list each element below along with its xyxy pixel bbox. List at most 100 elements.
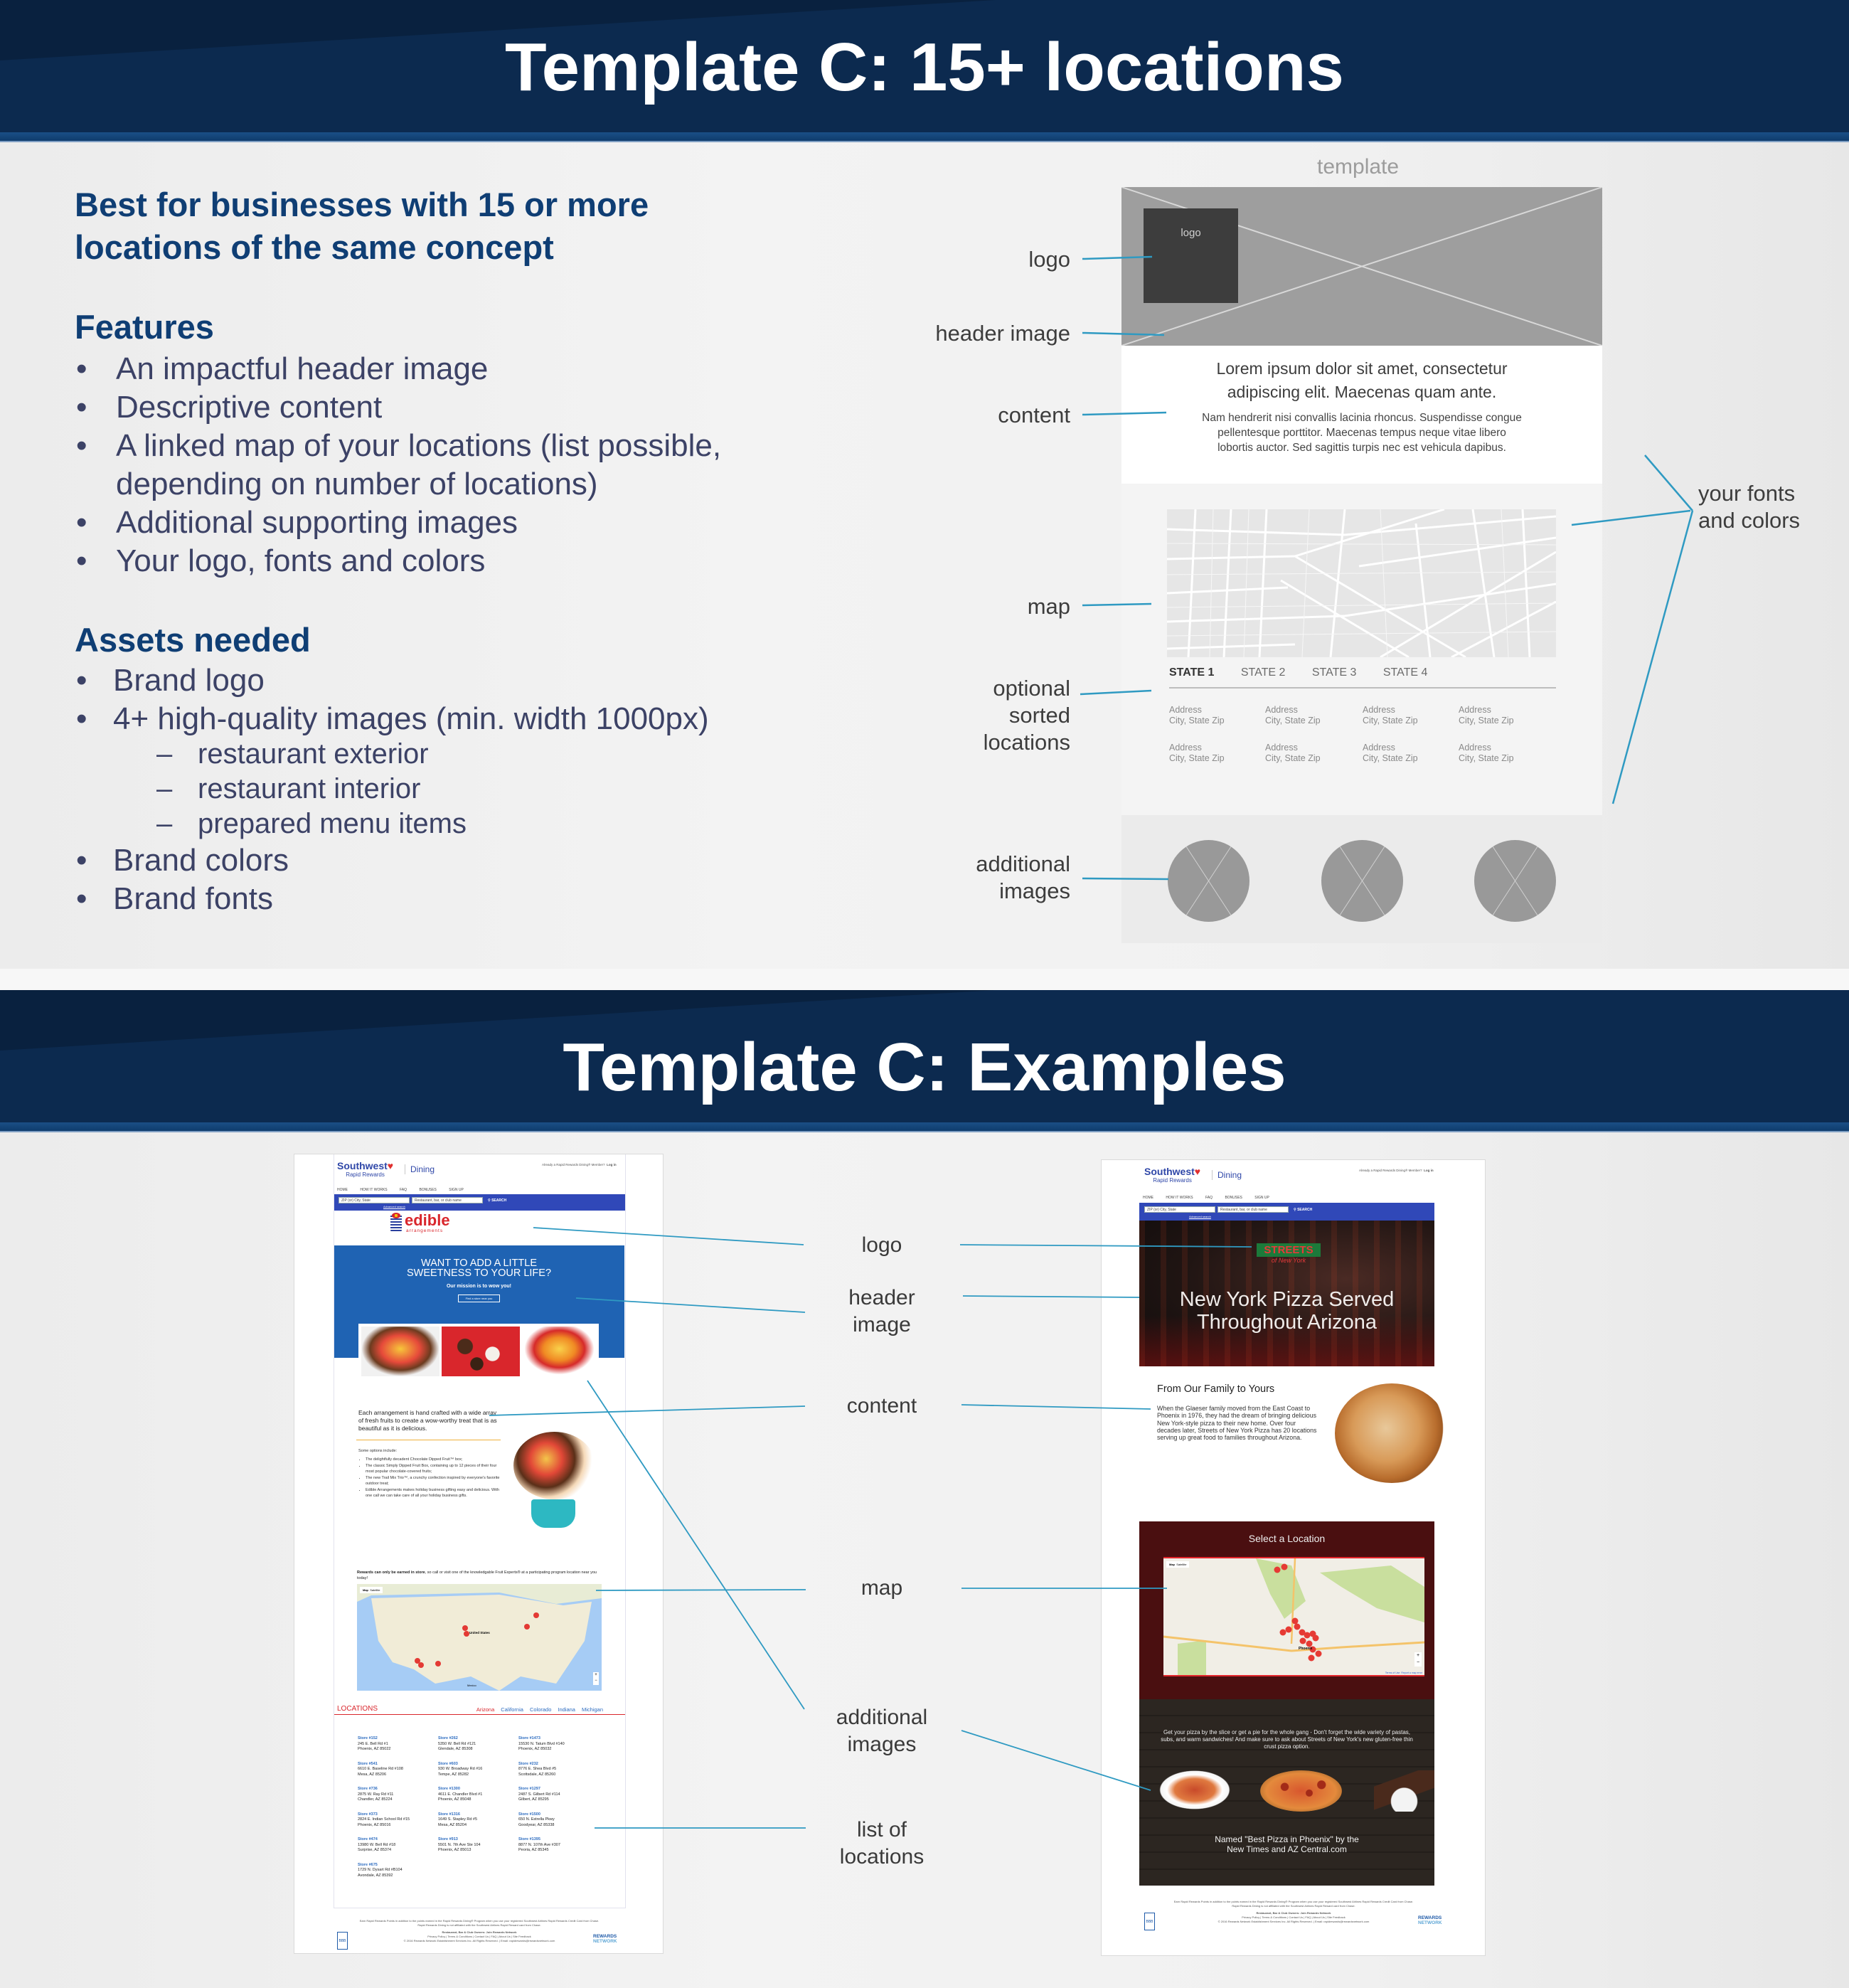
store-link[interactable]: Store #736 [358,1787,393,1792]
rewards-network-logo[interactable]: REWARDS NETWORK [1418,1915,1442,1925]
report-error-link[interactable]: Report a map error [1401,1671,1422,1674]
example-streets-of-new-york: Southwest♥ Rapid Rewards Dining Already … [1101,1159,1486,1956]
store-address: 2824 E. Indian School Rd #15 [358,1817,410,1822]
map-tab[interactable]: Map [363,1588,368,1592]
login-link[interactable]: Log in [607,1163,617,1166]
example-edible-arrangements: Southwest♥ Rapid Rewards Dining Already … [294,1154,664,1954]
map-tab[interactable]: Map [1169,1563,1175,1566]
state-tab[interactable]: STATE 3 [1312,666,1357,679]
store-city: Phoenix, AZ 85032 [518,1747,552,1751]
store-link[interactable]: Store #1297 [518,1787,560,1792]
store-link[interactable]: Store #373 [358,1812,410,1818]
flowers-icon [392,1213,400,1218]
store-entry: Store #1300 4611 E. Chandler Blvd #1 Phoen… [438,1787,482,1803]
nav-home[interactable]: HOME [1143,1196,1153,1200]
nav-sign-up[interactable]: SIGN UP [1254,1196,1269,1200]
dining-label: Dining [1212,1170,1242,1180]
store-link[interactable]: Store #1500 [518,1812,555,1818]
satellite-tab[interactable]: Satellite [370,1588,380,1592]
state-tab-colorado[interactable]: Colorado [530,1706,551,1713]
nav-bonuses[interactable]: BONUSES [419,1188,436,1192]
state-tab[interactable]: STATE 1 [1169,666,1214,679]
nav-faq[interactable]: FAQ [400,1188,407,1192]
state-tab-arizona[interactable]: Arizona [476,1706,494,1713]
state-tab-indiana[interactable]: Indiana [558,1706,575,1713]
zip-input[interactable]: ZIP (or) City, State [1144,1206,1215,1213]
wireframe-additional-images [1121,815,1602,943]
slide1-lead: Best for businesses with 15 or more loca… [75,184,649,269]
feature-item: A linked map of your locations (list pos… [73,427,721,465]
map-type-toggle[interactable]: Map Satellite [360,1587,383,1593]
label-line: header [848,1286,915,1309]
find-store-button[interactable]: Find a store near you [457,1295,501,1302]
rewards-network-logo[interactable]: REWARDS NETWORK [593,1934,617,1944]
brand-sub: Rapid Rewards [346,1171,385,1178]
zoom-controls[interactable]: + − [593,1672,599,1685]
store-link[interactable]: Store #1395 [518,1837,560,1843]
nav-sign-up[interactable]: SIGN UP [449,1188,464,1192]
state-tab-california[interactable]: California [501,1706,523,1713]
store-link[interactable]: Store #1473 [518,1736,565,1742]
store-address: 650 N. Estrella Pkwy [518,1817,555,1822]
footer-line: Rapid Rewards Dining is not affiliated w… [1232,1904,1355,1908]
dining-label: Dining [405,1164,435,1174]
advanced-search-link[interactable]: Advanced search [1189,1215,1211,1218]
wireframe-address: Address City, State Zip [1459,705,1514,726]
label-line: image [853,1313,911,1336]
streets-content: From Our Family to Yours When the Glaese… [1139,1366,1449,1521]
brand-sub: Rapid Rewards [1153,1177,1192,1184]
nav-home[interactable]: HOME [337,1188,348,1192]
bbb-badge-icon[interactable]: BBB [337,1932,348,1950]
store-link[interactable]: Store #1316 [438,1812,477,1818]
asset-subitem: restaurant exterior [156,737,467,772]
city-line: City, State Zip [1459,753,1514,763]
search-label: SEARCH [491,1198,507,1203]
search-button[interactable]: ⚲ SEARCH [488,1198,506,1203]
nav-faq[interactable]: FAQ [1205,1196,1213,1200]
slide2-banner: Template C: Examples [0,990,1849,1132]
satellite-tab[interactable]: Satellite [1176,1563,1186,1566]
store-entry: Store #736 2875 W. Ray Rd #11 Chandler, AZ… [358,1787,393,1803]
state-tab[interactable]: STATE 4 [1383,666,1428,679]
store-link[interactable]: Store #152 [358,1736,390,1742]
edible-map[interactable]: Map Satellite United States Mexico + − [357,1584,602,1691]
store-link[interactable]: Store #541 [358,1762,403,1768]
restaurant-input[interactable]: Restaurant, bar, or club name [1217,1206,1289,1213]
member-prompt: Already a Rapid Rewards Dining® Member? … [542,1163,617,1166]
store-city: Surprise, AZ 85374 [358,1848,392,1852]
store-link[interactable]: Store #474 [358,1837,395,1843]
store-link[interactable]: Store #675 [358,1863,403,1869]
map-label: United States [469,1631,490,1634]
hero-title: WANT TO ADD A LITTLE SWEETNESS TO YOUR L… [334,1258,624,1279]
store-link[interactable]: Store #603 [438,1762,482,1768]
label-line: locations [839,1845,924,1869]
store-link[interactable]: Store #1300 [438,1787,482,1792]
store-address: 930 W. Broadway Rd #16 [438,1767,483,1771]
store-link[interactable]: Store #913 [438,1837,481,1843]
wireframe-address: Address City, State Zip [1363,705,1418,726]
nav-bonuses[interactable]: BONUSES [1225,1196,1242,1200]
store-link[interactable]: Store #232 [518,1762,556,1768]
state-tab[interactable]: STATE 2 [1241,666,1286,679]
store-link[interactable]: Store #262 [438,1736,476,1742]
restaurant-input[interactable]: Restaurant, bar, or club name [412,1197,483,1203]
store-entry: Store #1395 8877 N. 107th Ave #307 Peoria,… [518,1837,560,1854]
zip-input[interactable]: ZIP (or) City, State [339,1197,410,1203]
map-footer-links[interactable]: Terms of Use Report a map error [1385,1671,1422,1674]
store-entry: Store #373 2824 E. Indian School Rd #15 Ph… [358,1812,410,1829]
nav-how-it-works[interactable]: HOW IT WORKS [1166,1196,1193,1200]
search-button[interactable]: ⚲ SEARCH [1294,1208,1312,1212]
streets-logo: STREETS of New York [1257,1243,1321,1272]
advanced-search-link[interactable]: Advanced search [383,1205,405,1208]
nav-how-it-works[interactable]: HOW IT WORKS [360,1188,387,1192]
store-address: 8877 N. 107th Ave #307 [518,1842,560,1847]
southwest-logo[interactable]: Southwest♥ Rapid Rewards [1144,1166,1200,1184]
bbb-badge-icon[interactable]: BBB [1144,1913,1155,1930]
map-type-toggle[interactable]: Map Satellite [1166,1561,1190,1568]
southwest-logo[interactable]: Southwest♥ Rapid Rewards [337,1160,393,1178]
state-tab-michigan[interactable]: Michigan [582,1706,603,1713]
login-link[interactable]: Log in [1424,1169,1434,1172]
zoom-controls[interactable]: + − [1414,1652,1422,1667]
arizona-map[interactable]: Map Satellite Phoenix Terms of Use Repor… [1163,1557,1424,1676]
terms-link[interactable]: Terms of Use [1385,1671,1400,1674]
